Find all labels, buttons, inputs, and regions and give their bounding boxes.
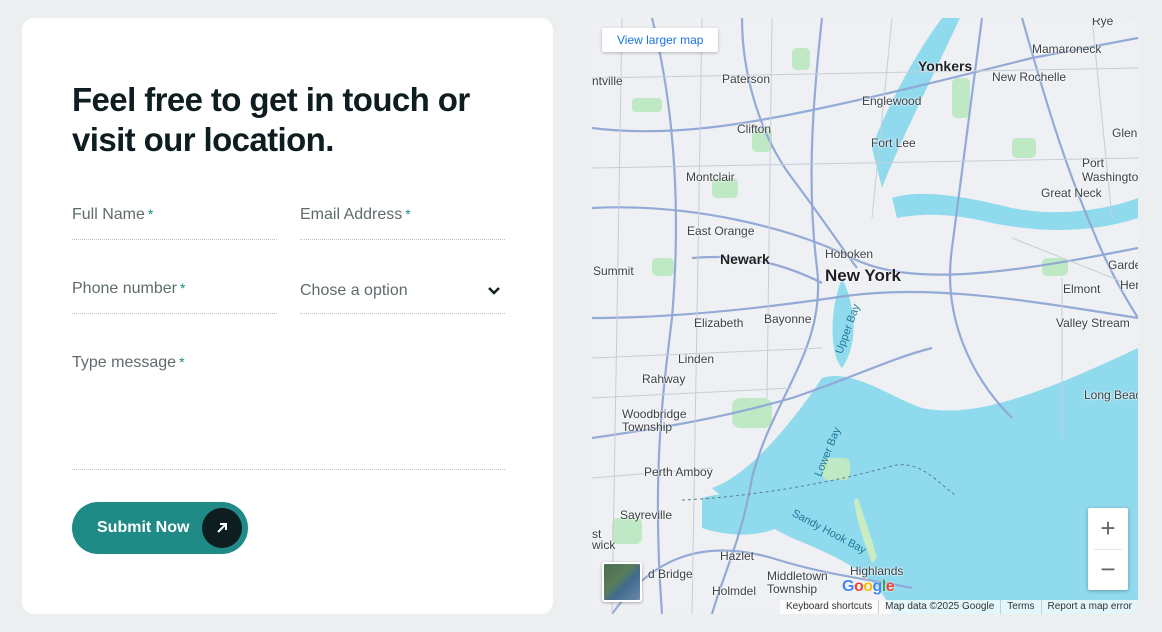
zoom-divider	[1094, 549, 1122, 550]
map-label-paterson: Paterson	[722, 72, 771, 86]
map-label-woodbridge: Woodbridge Township	[622, 407, 687, 434]
required-mark: *	[179, 354, 185, 370]
map-label-glen: Glen	[1112, 126, 1138, 140]
map-label-bayonne: Bayonne	[764, 312, 812, 326]
map-label-rahway: Rahway	[642, 372, 686, 386]
phone-field[interactable]: Phone number *	[72, 278, 277, 314]
map-label-valley-stream: Valley Stream	[1056, 316, 1130, 330]
report-error-link[interactable]: Report a map error	[1040, 600, 1138, 614]
map-label-montclair: Montclair	[686, 170, 735, 184]
map-label-middletown: Middletown Township	[767, 569, 828, 596]
map-label-hoboken: Hoboken	[825, 247, 874, 261]
view-larger-map-link[interactable]: View larger map	[602, 28, 719, 52]
map-label-holmdel: Holmdel	[712, 584, 757, 598]
chevron-down-icon	[488, 287, 500, 295]
terms-link[interactable]: Terms	[1000, 600, 1040, 614]
map-label-great-neck: Great Neck	[1041, 186, 1102, 200]
submit-button[interactable]: Submit Now	[72, 502, 248, 554]
phone-label: Phone number *	[72, 280, 186, 297]
map-label-her: Her	[1120, 278, 1138, 292]
map-label-garde: Garde	[1108, 258, 1138, 272]
map-label-fort-lee: Fort Lee	[871, 136, 916, 150]
map-label-summit: Summit	[593, 264, 634, 278]
map-label-rye: Rye	[1092, 18, 1114, 28]
contact-form-card: Feel free to get in touch or visit our l…	[22, 18, 553, 614]
zoom-out-button[interactable]: −	[1088, 549, 1128, 590]
submit-label: Submit Now	[97, 519, 190, 536]
map-label-port-washington: Port Washington	[1082, 156, 1138, 184]
map-label-linden: Linden	[678, 352, 715, 366]
full-name-field[interactable]: Full Name *	[72, 204, 277, 240]
required-mark: *	[147, 206, 154, 222]
map-label-new-york: New York	[825, 266, 901, 285]
map-label-sayreville: Sayreville	[620, 508, 673, 522]
map-label-long-beach: Long Beac	[1084, 388, 1138, 402]
map-embed[interactable]: View larger map Rye Mamaroneck Yonkers N…	[592, 18, 1138, 614]
map-label-yonkers: Yonkers	[918, 58, 973, 74]
keyboard-shortcuts-link[interactable]: Keyboard shortcuts	[780, 600, 878, 614]
option-select-value: Chose a option	[300, 282, 408, 299]
map-label-ntville: ntville	[592, 74, 623, 88]
map-label-east-orange: East Orange	[687, 224, 755, 238]
map-label-englewood: Englewood	[862, 94, 922, 108]
email-label: Email Address *	[300, 206, 411, 223]
message-label: Type message *	[72, 354, 185, 371]
required-mark: *	[179, 280, 186, 296]
map-label-hazlet: Hazlet	[720, 549, 755, 563]
message-field[interactable]: Type message *	[72, 352, 505, 470]
arrow-up-right-icon	[202, 508, 242, 548]
map-label-elmont: Elmont	[1063, 282, 1101, 296]
map-label-new-rochelle: New Rochelle	[992, 70, 1067, 84]
option-select[interactable]: Chose a option	[300, 278, 505, 314]
required-mark: *	[405, 206, 411, 222]
zoom-controls: + −	[1088, 508, 1128, 590]
email-field[interactable]: Email Address *	[300, 204, 505, 240]
map-label-highlands: Highlands	[850, 564, 904, 578]
map-label-clifton: Clifton	[737, 122, 772, 136]
google-logo: Google	[842, 578, 895, 595]
map-label-newark: Newark	[720, 251, 770, 267]
zoom-in-button[interactable]: +	[1088, 508, 1128, 549]
map-attribution: Keyboard shortcuts Map data ©2025 Google…	[779, 600, 1138, 614]
satellite-layer-toggle[interactable]	[602, 562, 642, 602]
map-label-mamaroneck: Mamaroneck	[1032, 42, 1102, 56]
map-label-bridge: d Bridge	[648, 567, 693, 581]
form-heading: Feel free to get in touch or visit our l…	[72, 81, 470, 158]
map-data-text: Map data ©2025 Google	[878, 600, 1000, 614]
map-label-elizabeth: Elizabeth	[694, 316, 744, 330]
map-label-st: st	[592, 527, 602, 541]
map-label-perth-amboy: Perth Amboy	[644, 465, 713, 479]
full-name-label: Full Name *	[72, 206, 154, 223]
